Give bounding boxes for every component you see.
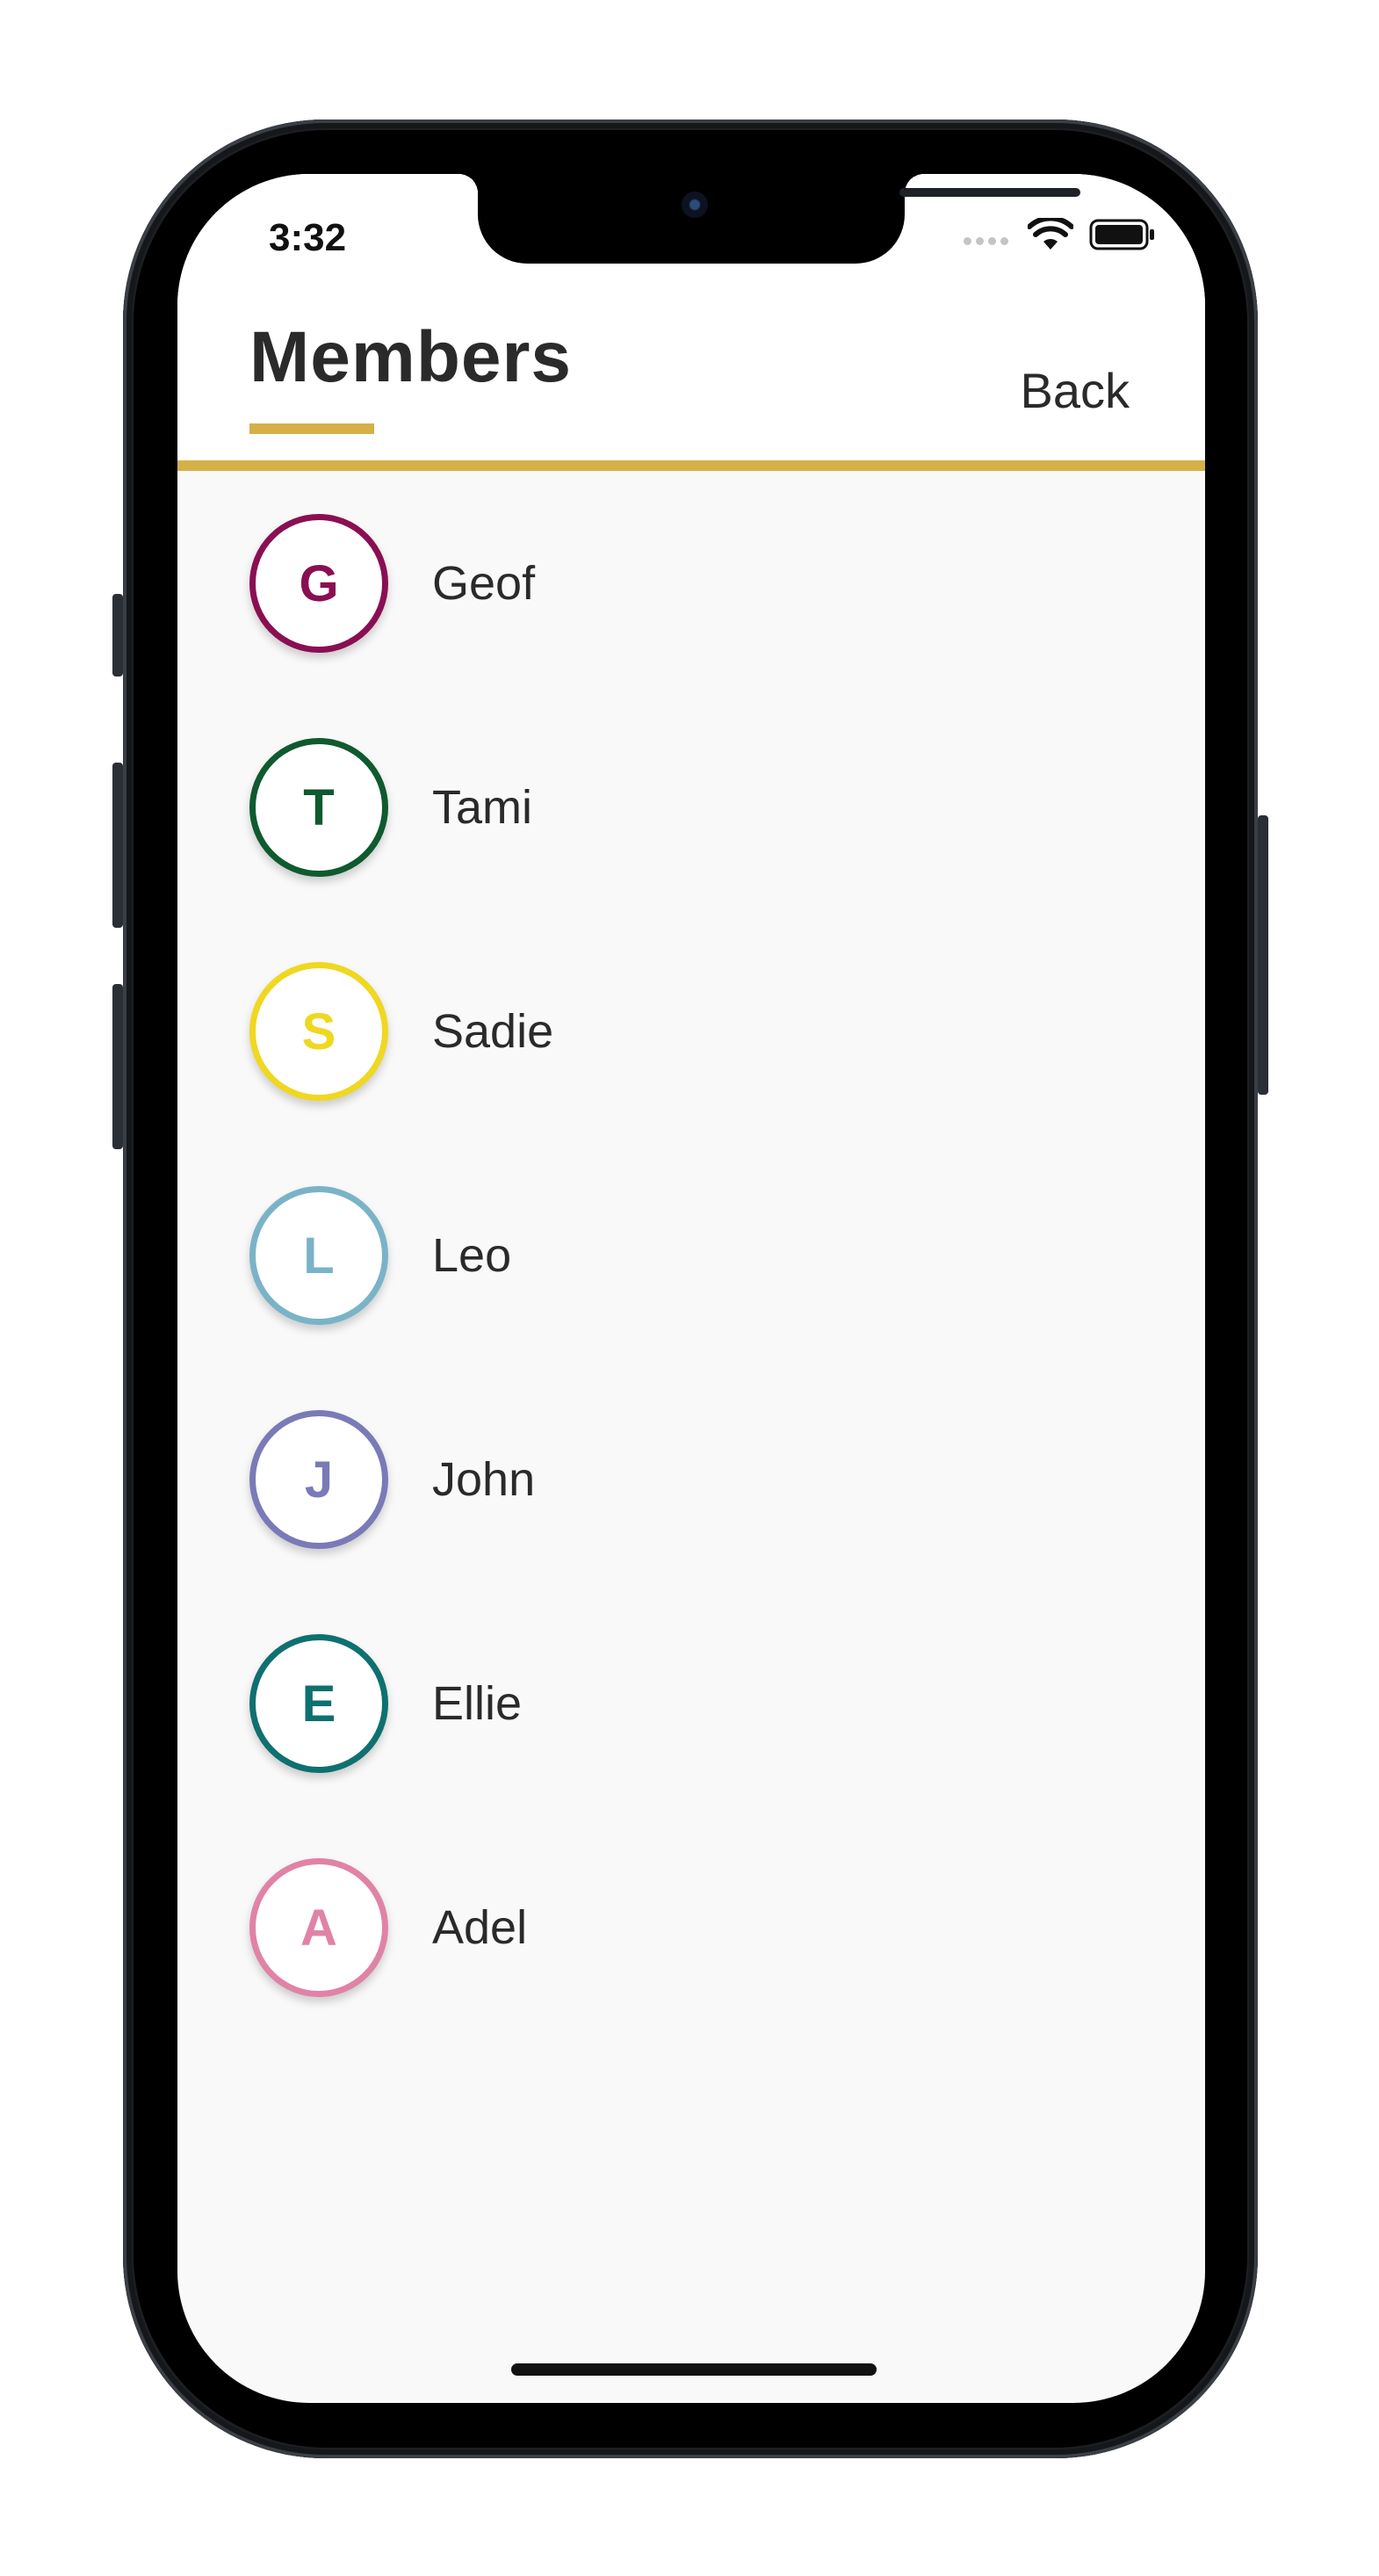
battery-icon bbox=[1089, 219, 1154, 250]
volume-down-button bbox=[112, 984, 123, 1149]
member-list-item[interactable]: T Tami bbox=[249, 734, 532, 881]
member-avatar: S bbox=[249, 962, 388, 1101]
member-name: Geof bbox=[432, 557, 536, 610]
earpiece-speaker bbox=[899, 188, 1080, 197]
cellular-signal-icon bbox=[964, 225, 1008, 245]
volume-up-button bbox=[112, 763, 123, 928]
member-name: Adel bbox=[432, 1901, 528, 1954]
back-button[interactable]: Back bbox=[1021, 362, 1130, 419]
member-name: Sadie bbox=[432, 1005, 554, 1058]
member-list-item[interactable]: A Adel bbox=[249, 1854, 527, 2001]
member-name: Leo bbox=[432, 1229, 512, 1282]
member-avatar: E bbox=[249, 1634, 388, 1773]
member-name: John bbox=[432, 1453, 536, 1506]
member-list-item[interactable]: E Ellie bbox=[249, 1630, 522, 1777]
power-button bbox=[1258, 815, 1268, 1095]
member-list-item[interactable]: J John bbox=[249, 1406, 535, 1553]
member-name: Ellie bbox=[432, 1677, 523, 1730]
member-list-item[interactable]: S Sadie bbox=[249, 958, 553, 1105]
header-divider bbox=[177, 460, 1205, 471]
member-avatar: A bbox=[249, 1858, 388, 1997]
home-indicator[interactable] bbox=[511, 2363, 877, 2376]
silent-switch bbox=[112, 594, 123, 677]
member-avatar: J bbox=[249, 1410, 388, 1549]
device-notch bbox=[458, 174, 1080, 264]
status-time: 3:32 bbox=[269, 216, 347, 259]
status-icons bbox=[964, 218, 1156, 251]
title-underline bbox=[249, 423, 374, 434]
front-camera bbox=[682, 192, 708, 218]
app-screen: 3:32 Members Back G Geof T Tami S Sadie … bbox=[177, 174, 1205, 2403]
member-avatar: L bbox=[249, 1186, 388, 1325]
page-title: Members bbox=[249, 317, 573, 397]
member-list-item[interactable]: L Leo bbox=[249, 1182, 511, 1329]
member-name: Tami bbox=[432, 781, 533, 834]
wifi-icon bbox=[1028, 218, 1073, 250]
member-avatar: G bbox=[249, 514, 388, 653]
member-avatar: T bbox=[249, 738, 388, 877]
member-list-item[interactable]: G Geof bbox=[249, 510, 535, 657]
